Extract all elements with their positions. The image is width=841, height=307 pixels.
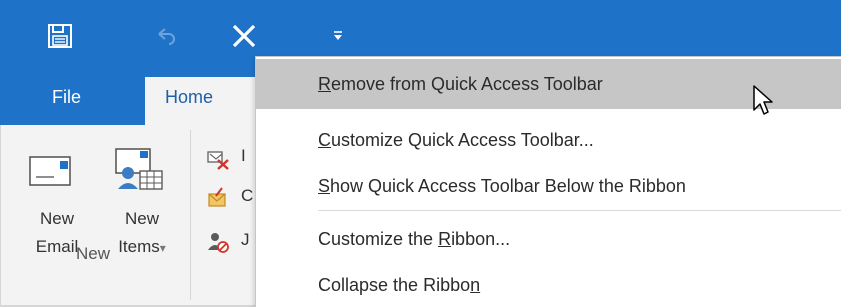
new-items-label-2: Items▾: [104, 237, 180, 257]
menu-item-text: Customize the Ribbon...: [318, 228, 511, 249]
envelope-icon: [29, 156, 71, 186]
customize-qat-button[interactable]: [326, 14, 350, 58]
cleanup-icon[interactable]: [206, 186, 230, 210]
cleanup-label[interactable]: C: [241, 186, 253, 206]
ignore-icon[interactable]: [206, 146, 230, 170]
mouse-cursor-icon: [753, 85, 773, 115]
new-items-label-1: New: [124, 209, 159, 228]
tab-home[interactable]: Home: [145, 77, 255, 125]
junk-label[interactable]: J: [241, 230, 250, 250]
qat-remove-button[interactable]: [224, 14, 264, 58]
new-items-label-text: Items: [118, 237, 160, 256]
menu-item-text: Customize Quick Access Toolbar...: [318, 129, 594, 150]
save-button[interactable]: [42, 14, 78, 58]
junk-icon[interactable]: [206, 230, 230, 254]
undo-button[interactable]: [150, 14, 182, 58]
menu-item-customize-qat[interactable]: Customize Quick Access Toolbar...: [256, 115, 841, 165]
ignore-label[interactable]: I: [241, 146, 246, 166]
group-label-new: New: [76, 244, 111, 263]
menu-item-show-qat-below-ribbon[interactable]: Show Quick Access Toolbar Below the Ribb…: [256, 161, 841, 211]
close-icon: [232, 24, 256, 48]
menu-item-collapse-ribbon[interactable]: Collapse the Ribbon: [256, 260, 841, 307]
ribbon-edge: [0, 125, 8, 307]
save-icon: [48, 24, 72, 48]
menu-item-customize-ribbon[interactable]: Customize the Ribbon...: [256, 214, 841, 264]
menu-item-text: Collapse the Ribbon: [318, 274, 481, 295]
new-items-button[interactable]: New Items▾: [104, 143, 180, 283]
tab-file[interactable]: File: [52, 87, 81, 108]
customize-qat-icon: [334, 31, 342, 40]
menu-separator: [318, 210, 841, 211]
new-items-icon: [115, 148, 163, 190]
new-email-label-1: New: [39, 209, 74, 228]
menu-item-text: Show Quick Access Toolbar Below the Ribb…: [318, 175, 686, 196]
menu-item-text: Remove from Quick Access Toolbar: [318, 73, 603, 94]
undo-icon: [158, 28, 175, 45]
chevron-down-icon: ▾: [159, 241, 166, 255]
group-separator: [190, 130, 191, 300]
